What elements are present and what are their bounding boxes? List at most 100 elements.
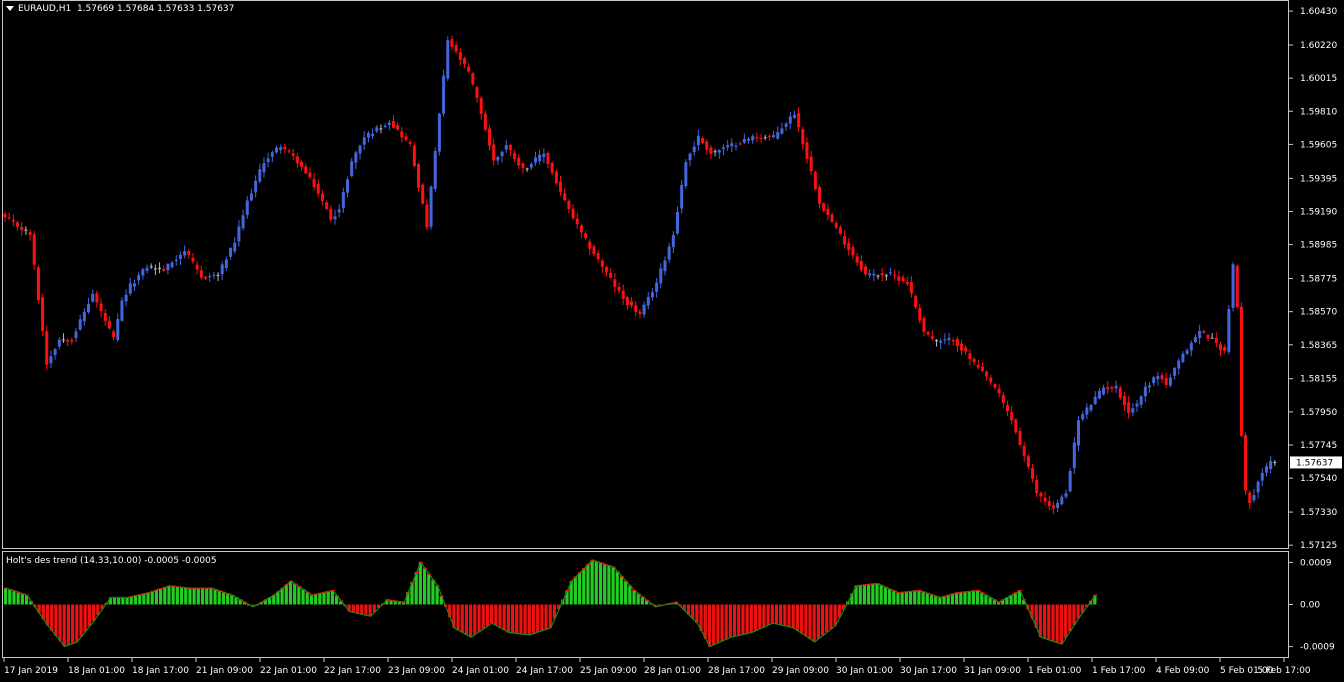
candle-body — [1118, 387, 1122, 398]
histogram-bar — [485, 604, 489, 627]
candle-body — [797, 112, 801, 128]
price-tick-label: 1.57745 — [1300, 441, 1337, 451]
candle-body — [726, 145, 730, 148]
histogram-bar — [205, 588, 209, 605]
candle-body — [763, 137, 767, 139]
histogram-bar — [800, 604, 804, 634]
histogram-bar — [594, 561, 598, 605]
candle-body — [504, 145, 508, 150]
histogram-bar — [804, 604, 808, 637]
candle-body — [433, 150, 437, 189]
candle-body — [237, 226, 241, 242]
candle-body — [579, 225, 583, 233]
candle-body — [1043, 497, 1047, 502]
candle-body — [1219, 344, 1223, 351]
candle-body — [617, 286, 621, 291]
candle-body — [1106, 387, 1110, 390]
candle-body — [166, 263, 170, 271]
histogram-bar — [908, 591, 913, 605]
candle-body — [417, 164, 421, 188]
candle-body — [1047, 501, 1051, 507]
histogram-bar — [795, 604, 800, 631]
histogram-bar — [364, 604, 368, 616]
candle-body — [964, 347, 968, 352]
candle-body — [755, 137, 759, 139]
chart-header: EURAUD,H1 1.57669 1.57684 1.57633 1.5763… — [6, 4, 234, 15]
histogram-bar — [50, 604, 54, 631]
histogram-bar — [200, 588, 205, 605]
candle-body — [475, 87, 479, 98]
candle-body — [1064, 493, 1068, 497]
candle-body — [45, 331, 49, 365]
time-tick-label: 21 Jan 09:00 — [196, 666, 253, 676]
histogram-bar — [498, 604, 502, 628]
candle-body — [371, 133, 375, 136]
histogram-bar — [934, 596, 938, 605]
candle-body — [1060, 496, 1064, 505]
histogram-bar — [418, 562, 422, 605]
histogram-bar — [464, 604, 469, 635]
histogram-bar — [871, 583, 875, 605]
candle-body — [818, 187, 822, 204]
chart-canvas[interactable]: 1.60430 1.60220 1.60015 1.59810 1.59605 1.593… — [0, 0, 1344, 682]
candle-body — [868, 273, 872, 276]
candle-body — [66, 339, 70, 342]
histogram-bar — [71, 604, 75, 644]
candle-body — [980, 366, 984, 371]
price-tick-label: 1.58365 — [1300, 341, 1337, 351]
histogram-bar — [330, 590, 334, 605]
histogram-bar — [707, 604, 712, 647]
candle-body — [630, 301, 634, 306]
candle-body — [529, 163, 533, 168]
time-tick-label: 4 Feb 09:00 — [1156, 666, 1210, 676]
histogram-bar — [510, 604, 515, 634]
histogram-bar — [456, 604, 460, 631]
candle-body — [922, 318, 926, 332]
candle-body — [709, 147, 713, 154]
candle-body — [1143, 386, 1147, 397]
time-tick-label: 28 Jan 17:00 — [708, 666, 765, 676]
histogram-bar — [117, 597, 121, 605]
candle-body — [95, 293, 99, 303]
candle-body — [375, 127, 379, 132]
candle-body — [61, 339, 65, 341]
candle-body — [934, 340, 938, 342]
candle-body — [930, 336, 934, 339]
candle-body — [379, 128, 383, 130]
time-tick-label: 31 Jan 09:00 — [964, 666, 1021, 676]
candle-body — [855, 256, 859, 263]
candle-body — [1089, 405, 1093, 411]
histogram-bar — [925, 593, 929, 605]
candle-body — [283, 146, 287, 150]
histogram-bar — [720, 604, 724, 641]
candle-body — [103, 312, 107, 322]
histogram-bar — [548, 604, 552, 628]
histogram-bar — [1043, 604, 1047, 639]
candle-body — [788, 116, 792, 124]
candle-body — [730, 143, 734, 147]
candle-body — [1001, 395, 1005, 403]
candle-body — [483, 113, 487, 130]
histogram-bar — [1059, 604, 1063, 645]
candle-body — [1202, 330, 1206, 333]
candle-body — [1198, 330, 1202, 338]
price-tick-label: 1.58570 — [1300, 308, 1337, 318]
candle-body — [955, 338, 959, 347]
histogram-bar — [427, 574, 431, 605]
histogram-bar — [125, 597, 129, 605]
histogram-bar — [87, 604, 91, 627]
candle-body — [170, 262, 174, 268]
candle-body — [517, 157, 521, 166]
histogram-bar — [619, 576, 624, 605]
candle-body — [805, 142, 809, 159]
dropdown-triangle-icon[interactable] — [6, 6, 14, 11]
histogram-bar — [762, 604, 766, 627]
histogram-bar — [129, 596, 133, 605]
candle-body — [859, 261, 863, 271]
histogram-bar — [1013, 592, 1017, 605]
candle-body — [1110, 387, 1114, 389]
candle-body — [625, 297, 629, 306]
candle-body — [784, 123, 788, 127]
histogram-bar — [892, 590, 896, 605]
candle-body — [7, 217, 11, 219]
